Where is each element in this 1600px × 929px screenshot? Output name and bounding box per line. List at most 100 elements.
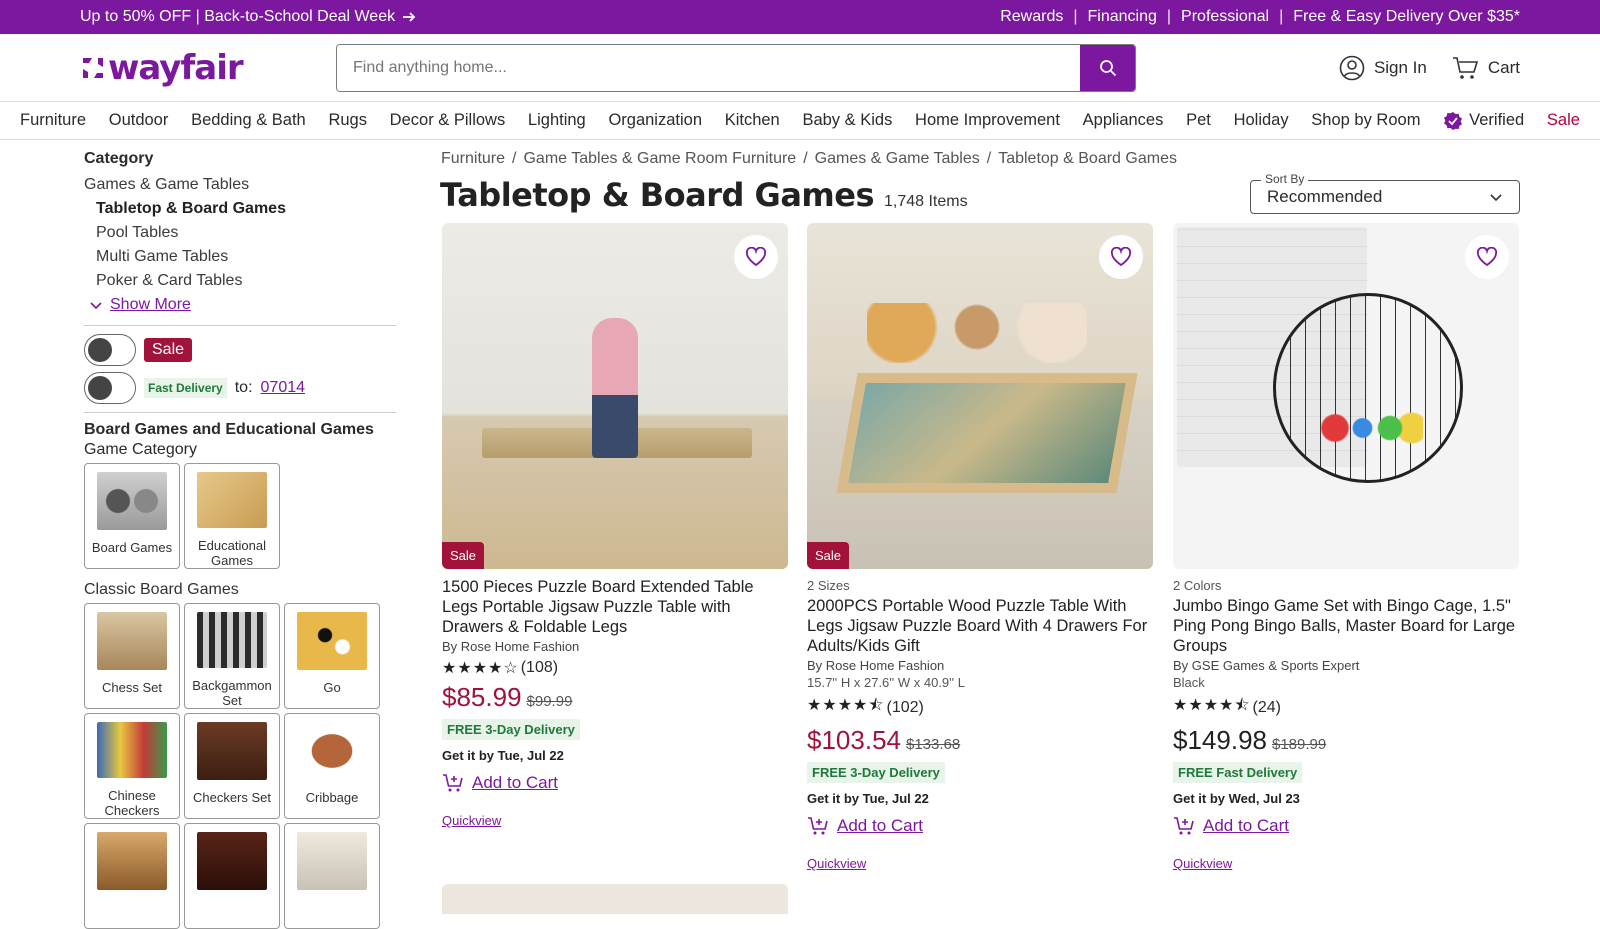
sign-in-button[interactable]: Sign In <box>1339 55 1427 81</box>
fast-delivery-filter-row: Fast Delivery to: 07014 <box>84 372 396 404</box>
product-card[interactable]: Sale 1500 Pieces Puzzle Board Extended T… <box>442 223 788 830</box>
tile-label: Cribbage <box>305 790 359 805</box>
sort-dropdown[interactable]: Sort By Recommended <box>1250 172 1520 214</box>
category-link-poker-card-tables[interactable]: Poker & Card Tables <box>84 269 396 293</box>
sale-toggle[interactable] <box>84 334 136 366</box>
promo-link-free-delivery[interactable]: Free & Easy Delivery Over $35* <box>1293 8 1520 26</box>
add-to-cart-button[interactable]: Add to Cart <box>1173 816 1519 836</box>
nav-item-home-improvement[interactable]: Home Improvement <box>915 111 1060 130</box>
nav-item-outdoor[interactable]: Outdoor <box>109 111 169 130</box>
search-icon <box>1099 59 1116 76</box>
checkers-set-thumbnail <box>197 722 267 780</box>
fast-delivery-badge: Fast Delivery <box>144 378 227 398</box>
nav-item-holiday[interactable]: Holiday <box>1234 111 1289 130</box>
promo-deal-link[interactable]: Up to 50% OFF | Back-to-School Deal Week <box>80 8 417 26</box>
breadcrumb-link[interactable]: Games & Game Tables <box>815 150 980 167</box>
add-to-cart-icon <box>808 817 828 835</box>
search-input[interactable] <box>337 44 1080 91</box>
promo-link-financing[interactable]: Financing <box>1088 8 1157 26</box>
nav-item-bedding-bath[interactable]: Bedding & Bath <box>191 111 306 130</box>
quickview-link[interactable]: Quickview <box>442 813 501 828</box>
sort-value: Recommended <box>1267 187 1383 206</box>
favorite-button[interactable] <box>1099 235 1143 279</box>
product-card[interactable]: 2 Colors Jumbo Bingo Game Set with Bingo… <box>1173 223 1519 873</box>
tile-label: Educational Games <box>198 538 266 568</box>
favorite-button[interactable] <box>1465 235 1509 279</box>
tile-checkers-set[interactable]: Checkers Set <box>184 713 280 819</box>
tile-chinese-checkers[interactable]: Chinese Checkers <box>84 713 180 819</box>
add-to-cart-label: Add to Cart <box>1203 816 1289 835</box>
sale-badge: Sale <box>144 338 193 362</box>
breadcrumb-separator: / <box>986 150 992 167</box>
tile-board-games[interactable]: Board Games <box>84 463 180 569</box>
quickview-link[interactable]: Quickview <box>807 856 866 871</box>
tile-partial-3[interactable] <box>284 823 380 929</box>
product-image[interactable]: Sale <box>807 223 1153 569</box>
quickview-link[interactable]: Quickview <box>1173 856 1232 871</box>
product-color: Black <box>1173 675 1205 690</box>
classic-board-games-subheading: Classic Board Games <box>84 581 239 598</box>
promo-link-professional[interactable]: Professional <box>1181 8 1269 26</box>
fast-delivery-toggle[interactable] <box>84 372 136 404</box>
nav-item-pet[interactable]: Pet <box>1186 111 1211 130</box>
original-price: $189.99 <box>1271 736 1327 753</box>
tile-partial-1[interactable] <box>84 823 180 929</box>
nav-item-decor-pillows[interactable]: Decor & Pillows <box>390 111 506 130</box>
tile-go[interactable]: Go <box>284 603 380 709</box>
product-brand: By Rose Home Fashion <box>807 658 945 673</box>
category-link-pool-tables[interactable]: Pool Tables <box>84 221 396 245</box>
product-card[interactable]: Sale 2 Sizes 2000PCS Portable Wood Puzzl… <box>807 223 1153 873</box>
product-options: 2 Colors <box>1173 578 1222 593</box>
favorite-button[interactable] <box>734 235 778 279</box>
nav-item-verified[interactable]: Verified <box>1443 111 1524 131</box>
add-to-cart-button[interactable]: Add to Cart <box>807 816 1153 836</box>
zip-code-link[interactable]: 07014 <box>261 379 306 397</box>
user-icon <box>1339 55 1365 80</box>
product-image[interactable]: Sale <box>442 223 788 569</box>
tile-cribbage[interactable]: Cribbage <box>284 713 380 819</box>
game-category-subheading: Game Category <box>84 441 197 458</box>
nav-item-rugs[interactable]: Rugs <box>328 111 367 130</box>
star-rating: ★★★★⯪ (102) <box>807 694 1153 721</box>
product-name[interactable]: 1500 Pieces Puzzle Board Extended Table … <box>442 577 788 637</box>
product-card-next-row[interactable] <box>442 884 788 914</box>
promo-link-rewards[interactable]: Rewards <box>1000 8 1063 26</box>
tile-backgammon-set[interactable]: Backgammon Set <box>184 603 280 709</box>
nav-item-furniture[interactable]: Furniture <box>20 111 86 130</box>
nav-item-appliances[interactable]: Appliances <box>1083 111 1164 130</box>
tile-partial-2[interactable] <box>184 823 280 929</box>
breadcrumb-separator: / <box>803 150 808 167</box>
search-button[interactable] <box>1080 44 1135 91</box>
category-link-multi-game-tables[interactable]: Multi Game Tables <box>84 245 396 269</box>
category-active[interactable]: Tabletop & Board Games <box>84 197 396 221</box>
product-image[interactable] <box>1173 223 1519 569</box>
breadcrumb-link[interactable]: Game Tables & Game Room Furniture <box>523 150 796 167</box>
breadcrumb-link[interactable]: Furniture <box>441 150 505 167</box>
product-name[interactable]: 2000PCS Portable Wood Puzzle Table With … <box>807 596 1153 656</box>
show-more-link[interactable]: Show More <box>84 293 396 317</box>
tile-thumbnail <box>197 832 267 890</box>
cart-label: Cart <box>1487 57 1520 77</box>
divider: | <box>1279 8 1284 25</box>
add-to-cart-label: Add to Cart <box>837 816 923 835</box>
product-name[interactable]: Jumbo Bingo Game Set with Bingo Cage, 1.… <box>1173 596 1519 656</box>
category-heading: Category <box>84 150 154 167</box>
nav-item-sale[interactable]: Sale <box>1547 111 1580 130</box>
search-bar <box>336 43 1136 92</box>
wayfair-logo[interactable]: wayfair <box>80 48 336 88</box>
stars-graphic: ★★★★⯪ <box>1173 697 1251 714</box>
nav-item-organization[interactable]: Organization <box>608 111 702 130</box>
category-parent-link[interactable]: Games & Game Tables <box>84 173 396 197</box>
add-to-cart-button[interactable]: Add to Cart <box>442 773 788 793</box>
cart-button[interactable]: Cart <box>1451 55 1520 81</box>
nav-item-shop-by-room[interactable]: Shop by Room <box>1311 111 1420 130</box>
sale-badge: Sale <box>442 542 485 569</box>
nav-item-lighting[interactable]: Lighting <box>528 111 586 130</box>
nav-item-kitchen[interactable]: Kitchen <box>725 111 780 130</box>
classic-board-games-tiles: Chess Set Backgammon Set Go Chinese Chec… <box>84 603 396 929</box>
nav-item-baby-kids[interactable]: Baby & Kids <box>802 111 892 130</box>
tile-chess-set[interactable]: Chess Set <box>84 603 180 709</box>
tile-educational-games[interactable]: Educational Games <box>184 463 280 569</box>
star-rating: ★★★★☆ (108) <box>442 658 788 678</box>
filter-sidebar: Category Games & Game Tables Tabletop & … <box>84 150 396 929</box>
